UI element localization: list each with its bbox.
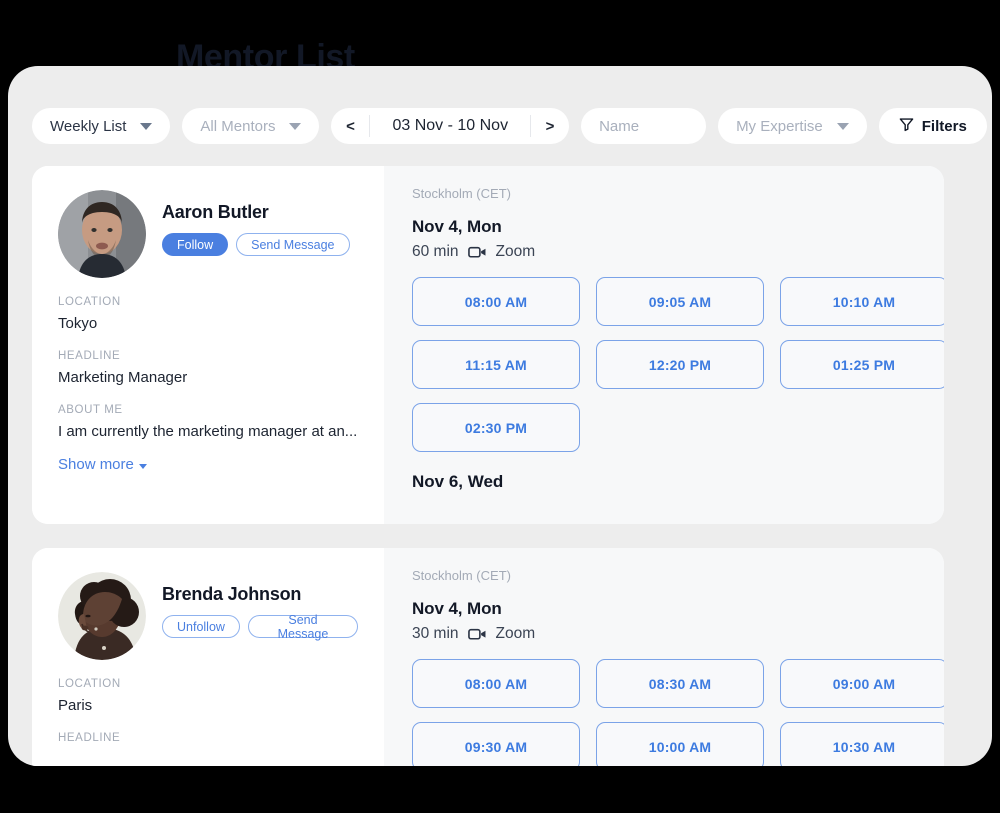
time-slot[interactable]: 10:00 AM <box>596 722 764 766</box>
duration-label: 60 min <box>412 243 459 260</box>
next-day-title: Nov 6, Wed <box>412 472 504 491</box>
location-field: LOCATION Paris <box>58 678 358 714</box>
time-slot-list: 08:00 AM 09:05 AM 10:10 AM 11:15 AM 12:2… <box>412 277 944 452</box>
session-meta: 30 min Zoom <box>412 625 944 643</box>
availability-panel: Stockholm (CET) Nov 4, Mon 60 min Zoom 0… <box>384 166 944 524</box>
screenshot-root: Mentor List Weekly List All Mentors < 03… <box>0 0 1000 813</box>
next-week-button[interactable]: > <box>531 108 569 144</box>
profile-header: Aaron Butler Follow Send Message <box>58 190 358 278</box>
profile-meta: Brenda Johnson Unfollow Send Message <box>162 572 358 641</box>
date-range-label[interactable]: 03 Nov - 10 Nov <box>370 108 530 144</box>
chevron-down-icon <box>836 122 849 130</box>
platform-label: Zoom <box>495 625 536 642</box>
toolbar: Weekly List All Mentors < 03 Nov - 10 No… <box>32 108 987 144</box>
mentor-select[interactable]: All Mentors <box>182 108 320 144</box>
app-frame: Weekly List All Mentors < 03 Nov - 10 No… <box>8 66 992 766</box>
profile-actions: Follow Send Message <box>162 233 350 256</box>
timezone-label: Stockholm (CET) <box>412 186 511 201</box>
mentor-profile-panel: Aaron Butler Follow Send Message LOCATIO… <box>32 166 384 524</box>
headline-value: Marketing Manager <box>58 369 188 386</box>
mentor-card: Aaron Butler Follow Send Message LOCATIO… <box>32 166 944 524</box>
date-range-picker: < 03 Nov - 10 Nov > <box>331 108 570 144</box>
time-slot[interactable]: 08:00 AM <box>412 277 580 326</box>
location-label: LOCATION <box>58 296 121 308</box>
time-slot[interactable]: 10:10 AM <box>780 277 944 326</box>
session-meta: 60 min Zoom <box>412 243 944 261</box>
search-input[interactable] <box>581 108 707 144</box>
location-label: LOCATION <box>58 678 121 690</box>
unfollow-button[interactable]: Unfollow <box>162 615 240 638</box>
about-me-label: ABOUT ME <box>58 404 123 416</box>
chevron-down-icon <box>140 122 153 130</box>
headline-field: HEADLINE <box>58 732 358 744</box>
time-slot[interactable]: 10:30 AM <box>780 722 944 766</box>
page-title: Mentor List <box>176 40 355 66</box>
funnel-icon <box>899 117 914 136</box>
time-slot[interactable]: 01:25 PM <box>780 340 944 389</box>
mentor-profile-panel: Brenda Johnson Unfollow Send Message LOC… <box>32 548 384 766</box>
mentor-card: Brenda Johnson Unfollow Send Message LOC… <box>32 548 944 766</box>
time-slot[interactable]: 08:30 AM <box>596 659 764 708</box>
headline-field: HEADLINE Marketing Manager <box>58 350 358 386</box>
show-more-button[interactable]: Show more <box>58 456 147 473</box>
location-field: LOCATION Tokyo <box>58 296 358 332</box>
time-slot[interactable]: 02:30 PM <box>412 403 580 452</box>
about-me-value: I am currently the marketing manager at … <box>58 423 358 440</box>
prev-week-button[interactable]: < <box>331 108 369 144</box>
time-slot[interactable]: 08:00 AM <box>412 659 580 708</box>
avatar[interactable] <box>58 190 146 278</box>
day-title: Nov 4, Mon <box>412 599 502 618</box>
filters-button[interactable]: Filters <box>878 108 987 144</box>
time-slot-list: 08:00 AM 08:30 AM 09:00 AM 09:30 AM 10:0… <box>412 659 944 766</box>
platform-label: Zoom <box>495 243 536 260</box>
day-title: Nov 4, Mon <box>412 217 502 236</box>
profile-header: Brenda Johnson Unfollow Send Message <box>58 572 358 660</box>
time-slot[interactable]: 12:20 PM <box>596 340 764 389</box>
profile-meta: Aaron Butler Follow Send Message <box>162 190 350 256</box>
profile-actions: Unfollow Send Message <box>162 613 358 641</box>
avatar[interactable] <box>58 572 146 660</box>
show-more-label: Show more <box>58 456 134 473</box>
chevron-down-icon <box>289 122 302 130</box>
expertise-select-label: My Expertise <box>736 117 823 135</box>
mentor-select-label: All Mentors <box>200 117 276 135</box>
follow-button[interactable]: Follow <box>162 233 229 256</box>
time-slot[interactable]: 09:05 AM <box>596 277 764 326</box>
chevron-down-icon <box>138 463 147 469</box>
duration-label: 30 min <box>412 625 459 642</box>
video-camera-icon <box>467 627 487 641</box>
send-message-button[interactable]: Send Message <box>247 613 358 641</box>
time-slot[interactable]: 09:30 AM <box>412 722 580 766</box>
availability-panel: Stockholm (CET) Nov 4, Mon 30 min Zoom 0… <box>384 548 944 766</box>
headline-label: HEADLINE <box>58 350 121 362</box>
view-select-label: Weekly List <box>50 117 127 135</box>
location-value: Paris <box>58 697 93 714</box>
expertise-select[interactable]: My Expertise <box>718 108 867 144</box>
mentor-name: Aaron Butler <box>162 202 269 222</box>
timezone-label: Stockholm (CET) <box>412 568 511 583</box>
video-camera-icon <box>467 245 487 259</box>
time-slot[interactable]: 11:15 AM <box>412 340 580 389</box>
headline-label: HEADLINE <box>58 732 121 744</box>
about-me-field: ABOUT ME I am currently the marketing ma… <box>58 404 358 440</box>
mentor-name: Brenda Johnson <box>162 584 302 604</box>
time-slot[interactable]: 09:00 AM <box>780 659 944 708</box>
filters-label: Filters <box>921 117 967 135</box>
view-select[interactable]: Weekly List <box>32 108 171 144</box>
send-message-button[interactable]: Send Message <box>236 233 350 256</box>
location-value: Tokyo <box>58 315 98 332</box>
